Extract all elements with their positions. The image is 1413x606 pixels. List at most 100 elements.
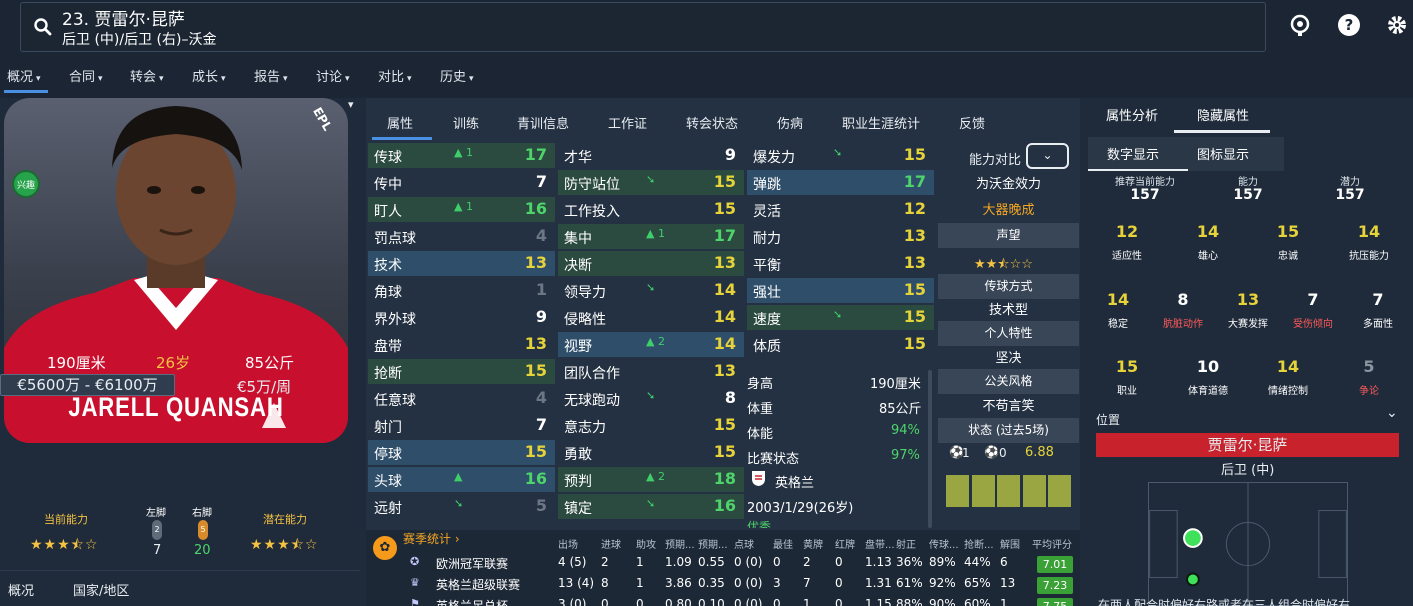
season-competition[interactable]: 欧洲冠军联赛 [436,555,508,572]
tab-work-permit[interactable]: 工作证 [608,113,647,132]
season-column-header[interactable]: 助攻 [636,536,656,551]
nav-history[interactable]: 历史 ▾ [440,66,474,85]
attribute-row[interactable]: 体质 15 [747,332,934,357]
info-scrollbar[interactable] [928,370,932,528]
settings-gear-icon[interactable] [1384,12,1410,38]
attribute-value: 9 [535,307,547,326]
attribute-row[interactable]: 盯人 ▲ 1 16 [368,197,555,222]
compare-dropdown-button[interactable]: ⌄ [1026,143,1069,169]
subtab-numeric[interactable]: 数字显示 [1107,144,1159,163]
attribute-row[interactable]: 意志力 15 [558,413,744,438]
chevron-down-icon[interactable]: ▾ [348,98,354,111]
attribute-row[interactable]: 勇敢 15 [558,440,744,465]
season-column-header[interactable]: 平均评分 [1032,536,1072,551]
attribute-row[interactable]: 视野 ▲ 2 14 [558,332,744,357]
season-column-header[interactable]: 解围 [1000,536,1020,551]
attribute-row[interactable]: 集中 ▲ 1 17 [558,224,744,249]
season-column-header[interactable]: 黄牌 [803,536,823,551]
attribute-row[interactable]: 盘带 13 [368,332,555,357]
tab-youth[interactable]: 青训信息 [517,113,569,132]
attribute-row[interactable]: 弹跳 17 [747,170,934,195]
attribute-row[interactable]: 领导力 ➘ 14 [558,278,744,303]
tab-attributes[interactable]: 属性 [387,113,413,132]
interest-badge[interactable]: 兴趣 [12,170,40,198]
season-column-header[interactable]: 出场 [558,536,578,551]
attribute-row[interactable]: 射门 7 [368,413,555,438]
nav-reports[interactable]: 报告 ▾ [254,66,288,85]
season-column-header[interactable]: 预期... [665,536,695,551]
right-tab-indicator [1174,130,1270,133]
season-cell: 61% [896,576,923,590]
attribute-row[interactable]: 技术 13 [368,251,555,276]
nav-transfer[interactable]: 转会 ▾ [130,66,164,85]
help-icon[interactable]: ? [1336,12,1362,38]
season-column-header[interactable]: 红牌 [835,536,855,551]
attribute-row[interactable]: 侵略性 14 [558,305,744,330]
season-cell: 60% [964,597,991,606]
attribute-row[interactable]: 耐力 13 [747,224,934,249]
season-column-header[interactable]: 点球 [734,536,754,551]
attribute-row[interactable]: 才华 9 [558,143,744,168]
attribute-row[interactable]: 传球 ▲ 1 17 [368,143,555,168]
player-search-box[interactable]: 23. 贾雷尔·昆萨 后卫 (中)/后卫 (右)–沃金 [20,2,1266,52]
transfer-value[interactable]: €5600万 - €6100万 [0,374,175,396]
attribute-row[interactable]: 爆发力 ➘ 15 [747,143,934,168]
current-ability-label: 当前能力 [44,513,88,526]
attribute-row[interactable]: 传中 7 [368,170,555,195]
attribute-row[interactable]: 灵活 12 [747,197,934,222]
season-competition[interactable]: 英格兰超级联赛 [436,576,520,593]
nav-overview[interactable]: 概况 ▾ [7,66,41,85]
season-column-header[interactable]: 预期... [698,536,728,551]
form-goals: 1 [962,446,970,460]
club-icon[interactable] [1287,12,1313,38]
attribute-row[interactable]: 界外球 9 [368,305,555,330]
tab-nation[interactable]: 国家/地区 [73,580,129,599]
season-column-header[interactable]: 射正 [896,536,916,551]
attribute-row[interactable]: 无球跑动 ➘ 8 [558,386,744,411]
attribute-row[interactable]: 决断 13 [558,251,744,276]
season-column-header[interactable]: 传球... [929,536,959,551]
attribute-row[interactable]: 强壮 15 [747,278,934,303]
card-age: 26岁 [156,354,191,372]
attribute-row[interactable]: 预判 ▲ 2 18 [558,467,744,492]
tab-overview-bottom[interactable]: 概况 [8,580,34,599]
attribute-row[interactable]: 远射 ➘ 5 [368,494,555,519]
season-cell: 90% [929,597,956,606]
attribute-row[interactable]: 镇定 ➘ 16 [558,494,744,519]
attribute-row[interactable]: 团队合作 13 [558,359,744,384]
attribute-row[interactable]: 头球 ▲ 16 [368,467,555,492]
attribute-value: 5 [535,496,547,515]
nav-contract[interactable]: 合同 ▾ [69,66,103,85]
tab-attribute-analysis[interactable]: 属性分析 [1106,105,1158,124]
season-stats-icon[interactable]: ✿ [373,536,397,560]
tab-career-stats[interactable]: 职业生涯统计 [842,113,920,132]
season-column-header[interactable]: 抢断... [964,536,994,551]
search-icon[interactable] [33,16,53,38]
attribute-row[interactable]: 工作投入 15 [558,197,744,222]
attribute-value: 18 [713,469,736,488]
chevron-down-icon[interactable]: ⌄ [1386,405,1398,421]
tab-feedback[interactable]: 反馈 [959,113,985,132]
subtab-icons[interactable]: 图标显示 [1197,144,1249,163]
attribute-row[interactable]: 角球 1 [368,278,555,303]
season-column-header[interactable]: 最佳 [773,536,793,551]
nav-compare[interactable]: 对比 ▾ [378,66,412,85]
tab-injuries[interactable]: 伤病 [777,113,803,132]
attribute-row[interactable]: 罚点球 4 [368,224,555,249]
attribute-row[interactable]: 速度 ➘ 15 [747,305,934,330]
tab-hidden-attributes[interactable]: 隐藏属性 [1197,105,1249,124]
attribute-row[interactable]: 平衡 13 [747,251,934,276]
attribute-row[interactable]: 停球 15 [368,440,555,465]
tab-training[interactable]: 训练 [453,113,479,132]
tab-transfer-status[interactable]: 转会状态 [686,113,738,132]
attribute-row[interactable]: 防守站位 ➘ 15 [558,170,744,195]
form-bar [1048,474,1071,507]
season-competition[interactable]: 英格兰足总杯 [436,597,508,606]
attribute-row[interactable]: 任意球 4 [368,386,555,411]
attribute-row[interactable]: 抢断 15 [368,359,555,384]
season-stats-title[interactable]: 赛季统计 › [403,530,460,547]
season-column-header[interactable]: 盘带... [865,536,895,551]
season-column-header[interactable]: 进球 [601,536,621,551]
nav-discuss[interactable]: 讨论 ▾ [316,66,350,85]
nav-development[interactable]: 成长 ▾ [192,66,226,85]
